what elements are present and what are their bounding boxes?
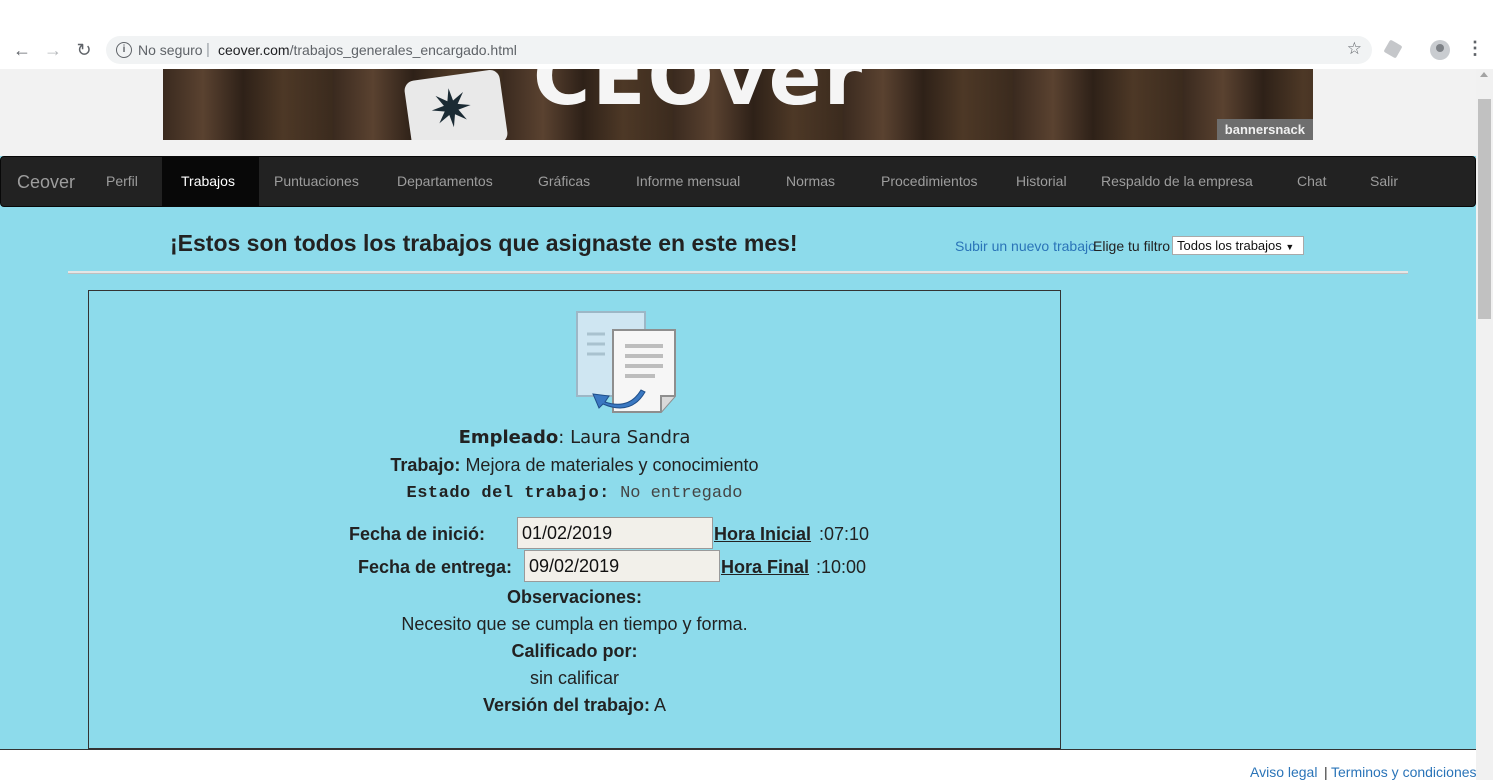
nav-item-chat[interactable]: Chat (1297, 173, 1327, 189)
nav-item-graficas[interactable]: Gráficas (538, 173, 590, 189)
upload-job-link[interactable]: Subir un nuevo trabajo (955, 238, 1096, 254)
profile-avatar-icon[interactable] (1430, 40, 1450, 60)
version-value: A (654, 695, 667, 715)
security-label: No seguro (138, 42, 203, 58)
banner-image: CEOver bannersnack (163, 69, 1313, 140)
estado-value: No entregado (620, 484, 743, 503)
empleado-row: Empleado: Laura Sandra (458, 427, 691, 448)
address-separator: | (206, 41, 210, 58)
url-path: /trabajos_generales_encargado.html (289, 42, 517, 58)
trabajo-value: Mejora de materiales y conocimiento (465, 455, 759, 475)
version-label: Versión del trabajo: (482, 695, 650, 715)
nav-item-perfil[interactable]: Perfil (106, 173, 138, 189)
hora-inicial-label: Hora Inicial (714, 524, 812, 544)
banner-emblem-icon (403, 69, 509, 140)
job-card: Empleado: Laura Sandra Trabajo: Mejora d… (88, 290, 1061, 749)
nav-item-normas[interactable]: Normas (786, 173, 835, 189)
estado-label: Estado del trabajo: (406, 484, 610, 503)
document-copy-icon (576, 311, 676, 413)
hora-inicial-value: :07:10 (819, 524, 870, 544)
footer-separator: | (1324, 764, 1328, 780)
main-navbar: Ceover Perfil Trabajos Puntuaciones Depa… (0, 156, 1476, 207)
fecha-entrega-input[interactable]: 09/02/2019 (524, 550, 720, 582)
fecha-inicio-input[interactable]: 01/02/2019 (517, 517, 713, 549)
forward-arrow-icon[interactable]: → (41, 38, 65, 62)
nav-item-departamentos[interactable]: Departamentos (397, 173, 493, 189)
empleado-label: Empleado (458, 427, 559, 448)
banner-area: CEOver bannersnack (0, 69, 1476, 156)
url-text[interactable]: ceover.com/trabajos_generales_encargado.… (218, 42, 517, 58)
calificado-label-row: Calificado por: (89, 641, 1060, 662)
terminos-link[interactable]: Terminos y condiciones (1331, 764, 1477, 780)
filter-select[interactable]: Todos los trabajos ▼ (1172, 236, 1304, 255)
browser-menu-icon[interactable]: ⋮ (1466, 38, 1484, 59)
observaciones-value: Necesito que se cumpla en tiempo y forma… (401, 614, 748, 634)
fecha-inicio-label: Fecha de inició: (349, 524, 486, 544)
estado-row: Estado del trabajo: No entregado (89, 484, 1060, 503)
address-bar[interactable]: i No seguro | ceover.com/trabajos_genera… (106, 36, 1372, 64)
hora-final-value: :10:00 (816, 557, 867, 577)
calificado-value: sin calificar (529, 668, 620, 688)
empleado-value: Laura Sandra (570, 427, 691, 448)
back-arrow-icon[interactable]: ← (10, 38, 34, 62)
trabajo-label: Trabajo: (390, 455, 461, 475)
observaciones-label-row: Observaciones: (89, 587, 1060, 608)
filter-label: Elige tu filtro (1093, 238, 1171, 254)
url-host: ceover.com (218, 42, 290, 58)
fecha-entrega-label: Fecha de entrega: (358, 557, 513, 577)
header-divider (68, 271, 1408, 274)
page-title: ¡Estos son todos los trabajos que asigna… (170, 230, 798, 256)
nav-item-respaldo[interactable]: Respaldo de la empresa (1101, 173, 1253, 189)
fecha-entrega-row: Fecha de entrega: 09/02/2019 Hora Final … (358, 550, 958, 584)
bookmark-star-icon[interactable]: ☆ (1347, 39, 1362, 59)
banner-logo-text: CEOver (533, 69, 865, 123)
footer: Aviso legal | Terminos y condiciones (0, 763, 1477, 780)
observaciones-label: Observaciones: (506, 587, 643, 607)
trabajo-row: Trabajo: Mejora de materiales y conocimi… (89, 455, 1060, 476)
info-icon[interactable]: i (116, 42, 132, 58)
browser-toolbar: ← → ↻ i No seguro | ceover.com/trabajos_… (0, 0, 1493, 69)
nav-item-historial[interactable]: Historial (1016, 173, 1067, 189)
scroll-up-arrow-icon[interactable] (1480, 72, 1488, 77)
nav-item-puntuaciones[interactable]: Puntuaciones (274, 173, 359, 189)
page-content: CEOver bannersnack Ceover Perfil Trabajo… (0, 69, 1476, 780)
extension-icon[interactable] (1383, 39, 1403, 59)
filter-selected-value: Todos los trabajos (1177, 238, 1282, 253)
nav-item-trabajos[interactable]: Trabajos (181, 173, 235, 189)
version-row: Versión del trabajo: A (89, 695, 1060, 716)
calificado-label: Calificado por: (511, 641, 638, 661)
aviso-legal-link[interactable]: Aviso legal (1250, 764, 1317, 780)
scrollbar-thumb[interactable] (1478, 99, 1491, 319)
nav-item-informe-mensual[interactable]: Informe mensual (636, 173, 740, 189)
reload-icon[interactable]: ↻ (72, 38, 96, 62)
bannersnack-badge: bannersnack (1216, 119, 1313, 140)
hora-final-label: Hora Final (721, 557, 810, 577)
chevron-down-icon: ▼ (1285, 242, 1295, 252)
vertical-scrollbar[interactable] (1476, 69, 1493, 780)
navbar-brand[interactable]: Ceover (17, 172, 75, 193)
nav-item-salir[interactable]: Salir (1370, 173, 1398, 189)
fecha-inicio-row: Fecha de inició: 01/02/2019 Hora Inicial… (349, 517, 949, 551)
nav-item-procedimientos[interactable]: Procedimientos (881, 173, 978, 189)
